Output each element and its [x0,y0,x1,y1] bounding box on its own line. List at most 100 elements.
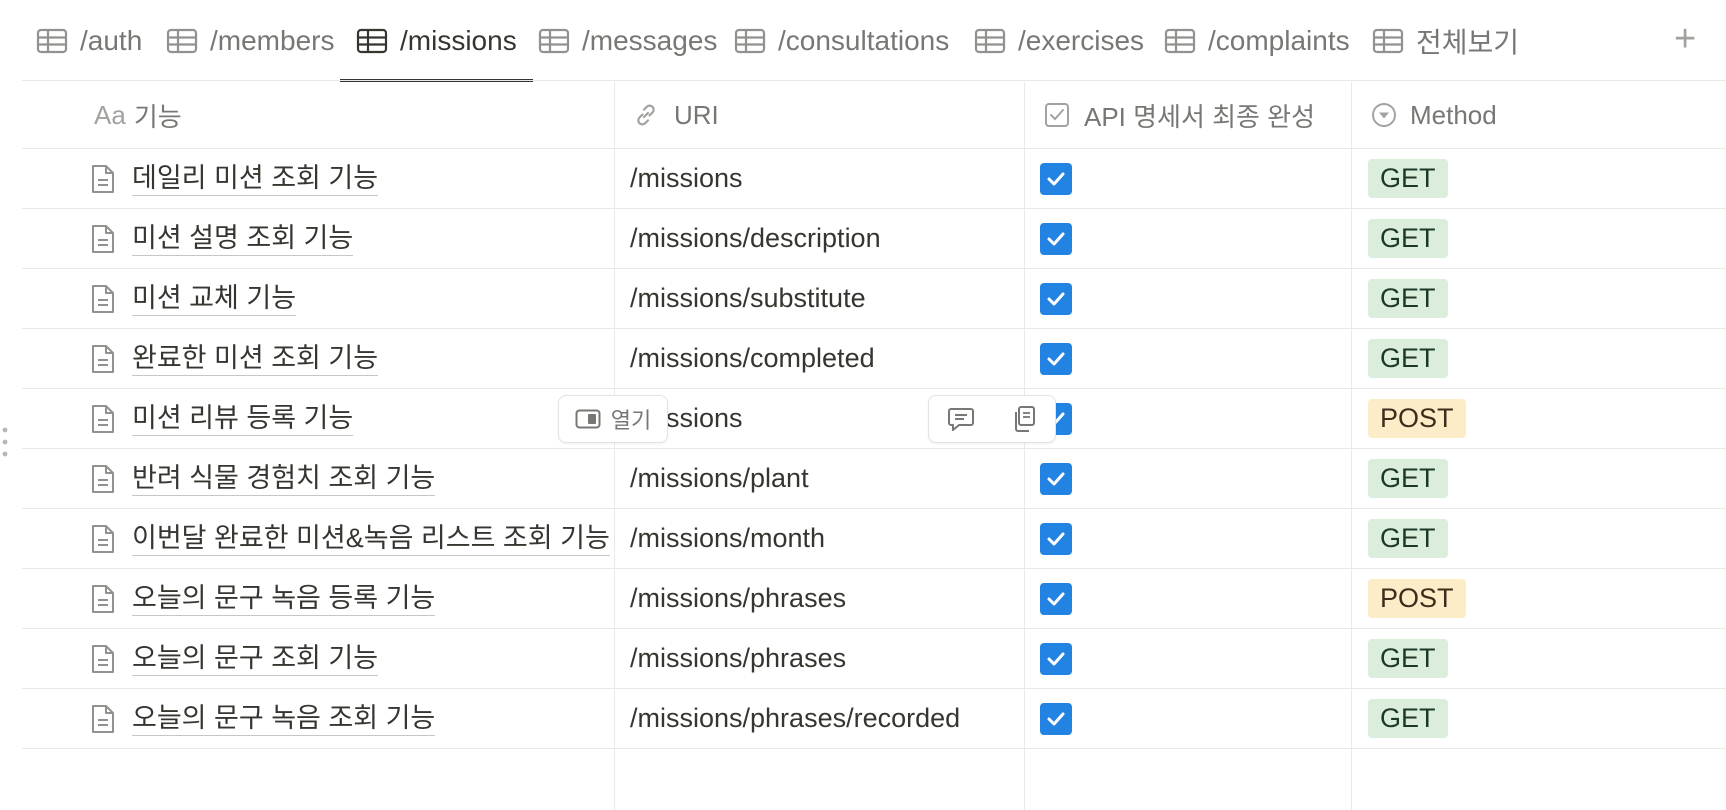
table-row[interactable]: 오늘의 문구 녹음 등록 기능/missions/phrases POST [22,569,1726,629]
tab-members[interactable]: /members [166,0,334,82]
method-cell[interactable]: GET [1368,629,1448,688]
tab-complaints[interactable]: /complaints [1164,0,1350,82]
row-title[interactable]: 오늘의 문구 녹음 조회 기능 [132,701,436,736]
name-cell[interactable]: 오늘의 문구 녹음 등록 기능 [90,569,436,628]
name-cell[interactable]: 미션 리뷰 등록 기능 [90,389,354,448]
method-cell[interactable]: GET [1368,329,1448,388]
table-row[interactable]: 오늘의 문구 녹음 조회 기능/missions/phrases/recorde… [22,689,1726,749]
open-page-button[interactable]: 열기 [558,395,668,443]
api-complete-cell[interactable] [1040,449,1072,508]
method-badge: GET [1368,159,1448,198]
name-cell[interactable]: 오늘의 문구 녹음 조회 기능 [90,689,436,748]
comment-icon[interactable] [947,406,975,432]
checkbox-checked[interactable] [1040,342,1072,375]
api-complete-cell[interactable] [1040,569,1072,628]
name-cell[interactable]: 미션 교체 기능 [90,269,297,328]
uri-cell[interactable]: /missions/plant [630,449,809,508]
table-icon [166,28,198,54]
tab-auth[interactable]: /auth [36,0,142,82]
api-complete-cell[interactable] [1040,629,1072,688]
row-drag-handle[interactable] [0,424,10,460]
name-cell[interactable]: 완료한 미션 조회 기능 [90,329,379,388]
table-row[interactable]: 미션 설명 조회 기능/missions/description GET [22,209,1726,269]
row-title[interactable]: 데일리 미션 조회 기능 [132,161,379,196]
tab-exercises[interactable]: /exercises [974,0,1144,82]
row-title[interactable]: 오늘의 문구 녹음 등록 기능 [132,581,436,616]
tab-missions[interactable]: /missions [340,0,533,82]
checkbox-checked[interactable] [1040,282,1072,315]
method-cell[interactable]: GET [1368,449,1448,508]
uri-cell[interactable]: /missions/substitute [630,269,866,328]
api-complete-cell[interactable] [1040,329,1072,388]
name-cell[interactable]: 반려 식물 경험치 조회 기능 [90,449,436,508]
row-title[interactable]: 반려 식물 경험치 조회 기능 [132,461,436,496]
uri-value: /missions/phrases [630,643,847,673]
uri-value: /missions/month [630,523,826,553]
checkbox-checked[interactable] [1040,222,1072,255]
checkbox-property-icon [1045,103,1069,127]
tab-consultations[interactable]: /consultations [734,0,949,82]
uri-cell[interactable]: /missions/completed [630,329,875,388]
row-title[interactable]: 이번달 완료한 미션&녹음 리스트 조회 기능 [132,521,610,556]
table-icon [734,28,766,54]
check-icon [1047,592,1065,605]
api-complete-cell[interactable] [1040,149,1072,208]
checkbox-checked[interactable] [1040,462,1072,495]
checkbox-checked[interactable] [1040,702,1072,735]
row-title[interactable]: 미션 리뷰 등록 기능 [132,401,354,436]
method-cell[interactable]: GET [1368,269,1448,328]
method-cell[interactable]: POST [1368,389,1466,448]
uri-value: /missions/plant [630,463,809,493]
api-complete-cell[interactable] [1040,209,1072,268]
method-cell[interactable]: GET [1368,689,1448,748]
column-header-name[interactable]: Aa 기능 [94,82,182,148]
name-cell[interactable]: 데일리 미션 조회 기능 [90,149,379,208]
tab-label: /messages [582,25,718,56]
method-cell[interactable]: GET [1368,209,1448,268]
api-complete-cell[interactable] [1040,509,1072,568]
checkbox-checked[interactable] [1040,522,1072,555]
add-view-button[interactable]: + [1674,18,1696,61]
column-header-api-complete[interactable]: API 명세서 최종 완성 [1044,82,1315,148]
name-cell[interactable]: 미션 설명 조회 기능 [90,209,354,268]
uri-cell[interactable]: /missions/description [630,209,881,268]
checkbox-checked[interactable] [1040,582,1072,615]
page-icon [92,404,114,433]
uri-cell[interactable]: /missions/phrases/recorded [630,689,960,748]
uri-cell[interactable]: /missions/phrases [630,569,846,628]
table-icon [974,28,1006,54]
row-title[interactable]: 완료한 미션 조회 기능 [132,341,379,376]
column-header-method[interactable]: Method [1370,82,1497,148]
page-icon [92,644,114,673]
table-row[interactable]: 반려 식물 경험치 조회 기능/missions/plant GET [22,449,1726,509]
api-complete-cell[interactable] [1040,689,1072,748]
table-row[interactable]: 오늘의 문구 조회 기능/missions/phrases GET [22,629,1726,689]
checkbox-checked[interactable] [1040,162,1072,195]
name-cell[interactable]: 이번달 완료한 미션&녹음 리스트 조회 기능 [90,509,610,568]
table-row[interactable]: 미션 교체 기능/missions/substitute GET [22,269,1726,329]
table-row[interactable]: 데일리 미션 조회 기능/missions GET [22,149,1726,209]
tab-view-all[interactable]: 전체보기 [1372,0,1519,82]
table-row[interactable]: 미션 리뷰 등록 기능/missions POST 열기 [22,389,1726,449]
uri-cell[interactable]: /missions/month [630,509,825,568]
checkbox-checked[interactable] [1040,642,1072,675]
tab-messages[interactable]: /messages [538,0,717,82]
row-title[interactable]: 미션 설명 조회 기능 [132,221,354,256]
column-header-uri[interactable]: URI [632,82,719,148]
method-cell[interactable]: POST [1368,569,1466,628]
name-cell[interactable]: 오늘의 문구 조회 기능 [90,629,379,688]
method-cell[interactable]: GET [1368,149,1448,208]
table-row[interactable]: 완료한 미션 조회 기능/missions/completed GET [22,329,1726,389]
row-title[interactable]: 미션 교체 기능 [132,281,297,316]
tab-label: /exercises [1018,25,1145,56]
table-row[interactable]: 이번달 완료한 미션&녹음 리스트 조회 기능/missions/month GE… [22,509,1726,569]
uri-cell[interactable]: /missions [630,149,743,208]
row-title[interactable]: 오늘의 문구 조회 기능 [132,641,379,676]
api-complete-cell[interactable] [1040,269,1072,328]
method-badge: GET [1368,219,1448,258]
uri-value: /missions/description [630,223,881,253]
check-icon [1047,652,1065,665]
copy-icon[interactable] [1011,405,1037,433]
uri-cell[interactable]: /missions/phrases [630,629,846,688]
method-cell[interactable]: GET [1368,509,1448,568]
